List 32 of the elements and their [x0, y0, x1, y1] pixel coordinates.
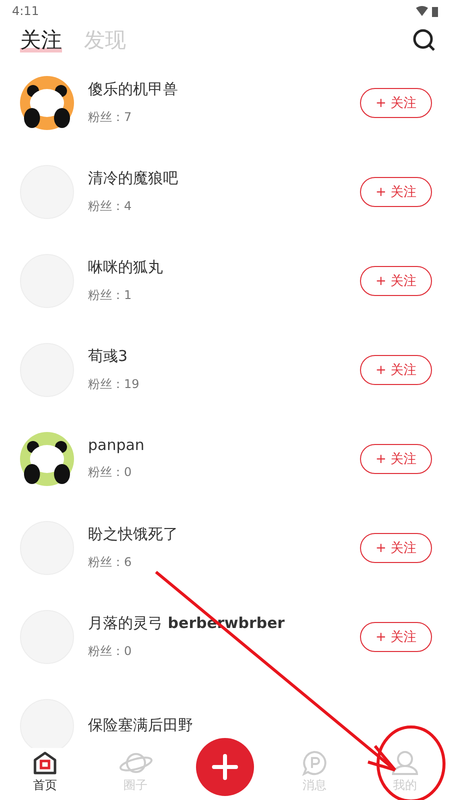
- status-time: 4:11: [12, 4, 39, 18]
- user-name: 清冷的魔狼吧: [88, 168, 179, 188]
- fan-count: 粉丝：0: [88, 464, 133, 481]
- user-name: 傻乐的机甲兽: [88, 80, 179, 98]
- follow-button[interactable]: + 关注: [360, 622, 432, 652]
- message-icon: [301, 750, 328, 776]
- tab[interactable]: 关注: [20, 26, 62, 54]
- fan-count: 粉丝：1: [88, 286, 133, 304]
- person-icon: [390, 750, 419, 776]
- user-name: 咻咪的狐丸: [88, 258, 164, 276]
- user-name: 保险塞满后田野: [88, 716, 194, 735]
- follow-button[interactable]: + 关注: [360, 354, 432, 384]
- fan-count: 粉丝：7: [88, 108, 133, 126]
- follow-button[interactable]: + 关注: [360, 176, 432, 206]
- nav-tab[interactable]: 首页: [15, 750, 76, 794]
- user-name: 荀彧3: [88, 346, 129, 366]
- follow-button[interactable]: + 关注: [360, 532, 432, 562]
- wifi-icon: [416, 6, 428, 16]
- plus-icon: [212, 754, 238, 780]
- follow-button[interactable]: + 关注: [360, 266, 432, 296]
- follow-button[interactable]: + 关注: [360, 444, 432, 474]
- fan-count: 粉丝：0: [88, 642, 133, 660]
- user-name: panpan: [88, 436, 146, 454]
- fan-count: 粉丝：4: [88, 198, 133, 214]
- planet-icon: [118, 750, 153, 776]
- follow-button[interactable]: + 关注: [360, 88, 432, 118]
- user-name: 盼之快饿死了: [88, 524, 179, 544]
- battery-icon: [432, 6, 438, 16]
- search-icon[interactable]: [412, 28, 436, 52]
- fan-count: 粉丝：6: [88, 554, 133, 570]
- home-icon: [32, 750, 58, 776]
- fan-count: 粉丝：19: [88, 376, 140, 392]
